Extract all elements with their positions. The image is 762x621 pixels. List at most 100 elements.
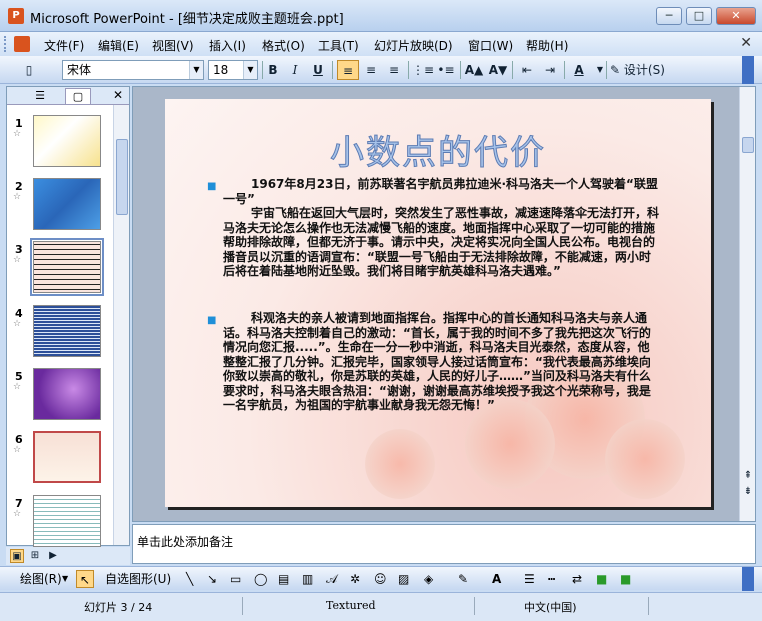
pane-tabs: ☰ ▢ ✕ [7, 87, 129, 105]
maximize-button[interactable]: □ [686, 7, 712, 25]
font-color-icon[interactable]: A [492, 570, 501, 588]
slide-thumbnail[interactable]: 5 ☆ [7, 366, 117, 428]
slide-count-status: 幻灯片 3 / 24 [84, 601, 153, 614]
status-separator [648, 597, 649, 615]
slide-canvas[interactable]: 小数点的代价 ■ 1967年8月23日，前苏联著名宇航员弗拉迪米·科马洛夫一个人… [165, 99, 711, 507]
menu-slideshow[interactable]: 幻灯片放映(D) [374, 37, 453, 54]
animation-star-icon: ☆ [13, 319, 22, 329]
window-title: Microsoft PowerPoint - [细节决定成败主题班会.ppt] [30, 12, 344, 27]
notes-pane[interactable]: 单击此处添加备注 [132, 524, 756, 564]
draw-menu-button[interactable]: 绘图(R) [20, 570, 62, 588]
wordart-icon[interactable]: 𝒜 [326, 570, 337, 588]
previous-slide-icon[interactable]: ⇞ [741, 469, 755, 483]
design-label: 设计(S) [623, 63, 665, 77]
slides-pane: ☰ ▢ ✕ 1 ☆ 2 ☆ 3 ☆ 4 ☆ 5 ☆ 6 ☆ 7 ☆ [6, 86, 130, 547]
slide-title[interactable]: 小数点的代价 [165, 125, 711, 174]
scrollbar-thumb[interactable] [116, 139, 128, 215]
textbox-tool-icon[interactable]: ▤ [278, 570, 289, 588]
toolbar-options-button[interactable] [742, 56, 754, 84]
slides-tab-icon[interactable]: ▢ [65, 88, 91, 104]
3d-style-icon[interactable]: ■ [620, 570, 631, 588]
paragraph-body: 宇宙飞船在返回大气层时，突然发生了恶性事故，减速速降落伞无法打开，科马洛夫无论怎… [223, 206, 660, 278]
minimize-button[interactable]: ─ [656, 7, 682, 25]
font-color-icon[interactable]: A [568, 60, 590, 80]
decrease-indent-icon[interactable]: ⇤ [516, 60, 538, 80]
chevron-down-icon[interactable]: ▼ [62, 570, 68, 588]
autoshapes-button[interactable]: 自选图形(U) [105, 570, 171, 588]
slide-thumbnail-selected[interactable]: 3 ☆ [7, 238, 117, 301]
toolbar-separator [564, 61, 565, 79]
chevron-down-icon[interactable]: ▼ [243, 61, 257, 79]
scrollbar-thumb[interactable] [742, 137, 754, 153]
menu-insert[interactable]: 插入(I) [209, 37, 246, 54]
menu-edit[interactable]: 编辑(E) [98, 37, 139, 54]
slide-thumbnail[interactable]: 6 ☆ [7, 429, 117, 491]
slide-sorter-icon[interactable]: ⊞ [28, 549, 42, 563]
design-button[interactable]: ✎ 设计(S) [610, 60, 670, 80]
menu-view[interactable]: 视图(V) [152, 37, 194, 54]
diagram-icon[interactable]: ✲ [350, 570, 360, 588]
toolbar-options-button[interactable] [742, 567, 754, 591]
italic-button[interactable]: I [284, 60, 306, 80]
outline-tab-icon[interactable]: ☰ [27, 88, 53, 104]
line-style-icon[interactable]: ☰ [524, 570, 535, 588]
align-center-icon[interactable]: ≡ [360, 60, 382, 80]
line-color-icon[interactable]: ✎ [458, 570, 468, 588]
document-icon[interactable] [14, 36, 30, 52]
menu-tools[interactable]: 工具(T) [318, 37, 359, 54]
slide-editing-area: 小数点的代价 ■ 1967年8月23日，前苏联著名宇航员弗拉迪米·科马洛夫一个人… [132, 86, 756, 522]
new-document-icon[interactable]: ▯ [18, 60, 40, 80]
next-slide-icon[interactable]: ⇟ [741, 485, 755, 499]
select-pointer-icon[interactable]: ↖ [76, 570, 94, 588]
vertical-textbox-icon[interactable]: ▥ [302, 570, 313, 588]
menu-window[interactable]: 窗口(W) [468, 37, 513, 54]
rectangle-tool-icon[interactable]: ▭ [230, 570, 241, 588]
clipart-icon[interactable]: ☺ [374, 570, 387, 588]
close-button[interactable]: ✕ [716, 7, 756, 25]
slideshow-icon[interactable]: ▶ [46, 549, 60, 563]
slide-thumbnail[interactable]: 2 ☆ [7, 176, 117, 238]
slides-pane-scrollbar[interactable] [113, 105, 129, 545]
arrow-style-icon[interactable]: ⇄ [572, 570, 582, 588]
normal-view-icon[interactable]: ▣ [10, 549, 24, 563]
align-right-icon[interactable]: ≡ [383, 60, 405, 80]
slide-vertical-scrollbar[interactable]: ⇞ ⇟ [739, 87, 755, 521]
toolbar-grip[interactable] [4, 36, 8, 52]
decrease-font-icon[interactable]: A▼ [487, 60, 509, 80]
font-size-select[interactable]: 18 ▼ [208, 60, 258, 80]
increase-indent-icon[interactable]: ⇥ [539, 60, 561, 80]
dash-style-icon[interactable]: ┅ [548, 570, 555, 588]
document-close-icon[interactable]: ✕ [740, 35, 752, 51]
align-left-icon[interactable]: ≡ [337, 60, 359, 80]
menu-help[interactable]: 帮助(H) [526, 37, 568, 54]
bold-button[interactable]: B [262, 60, 284, 80]
design-icon: ✎ [610, 63, 621, 77]
slide-thumbnail-image [33, 178, 101, 230]
slide-paragraph[interactable]: 科观洛夫的亲人被请到地面指挥台。指挥中心的首长通知科马洛夫与亲人通话。科马洛夫控… [223, 311, 661, 413]
oval-tool-icon[interactable]: ◯ [254, 570, 267, 588]
animation-star-icon: ☆ [13, 255, 22, 265]
language-status: 中文(中国) [524, 601, 577, 614]
font-color-dropdown-icon[interactable]: ▼ [589, 60, 611, 80]
chevron-down-icon[interactable]: ▼ [189, 61, 203, 79]
underline-button[interactable]: U [307, 60, 329, 80]
shadow-style-icon[interactable]: ■ [596, 570, 607, 588]
animation-star-icon: ☆ [13, 445, 22, 455]
menu-format[interactable]: 格式(O) [262, 37, 305, 54]
numbered-list-icon[interactable]: ⋮≡ [412, 60, 434, 80]
pane-close-icon[interactable]: ✕ [113, 88, 123, 102]
bulleted-list-icon[interactable]: •≡ [435, 60, 457, 80]
increase-font-icon[interactable]: A▲ [463, 60, 485, 80]
slide-thumbnail[interactable]: 1 ☆ [7, 113, 117, 175]
slide-paragraph[interactable]: 1967年8月23日，前苏联著名宇航员弗拉迪米·科马洛夫一个人驾驶着“联盟一号”… [223, 177, 661, 279]
slide-thumbnail[interactable]: 4 ☆ [7, 303, 117, 365]
slide-thumbnail[interactable]: 7 ☆ [7, 493, 117, 555]
menu-file[interactable]: 文件(F) [44, 37, 84, 54]
menu-bar: 文件(F) 编辑(E) 视图(V) 插入(I) 格式(O) 工具(T) 幻灯片放… [0, 32, 762, 56]
picture-icon[interactable]: ▨ [398, 570, 409, 588]
line-tool-icon[interactable]: ╲ [186, 570, 193, 588]
font-name-select[interactable]: 宋体 ▼ [62, 60, 204, 80]
fill-color-icon[interactable]: ◈ [424, 570, 433, 588]
rose-decoration [465, 399, 555, 489]
arrow-tool-icon[interactable]: ↘ [207, 570, 217, 588]
